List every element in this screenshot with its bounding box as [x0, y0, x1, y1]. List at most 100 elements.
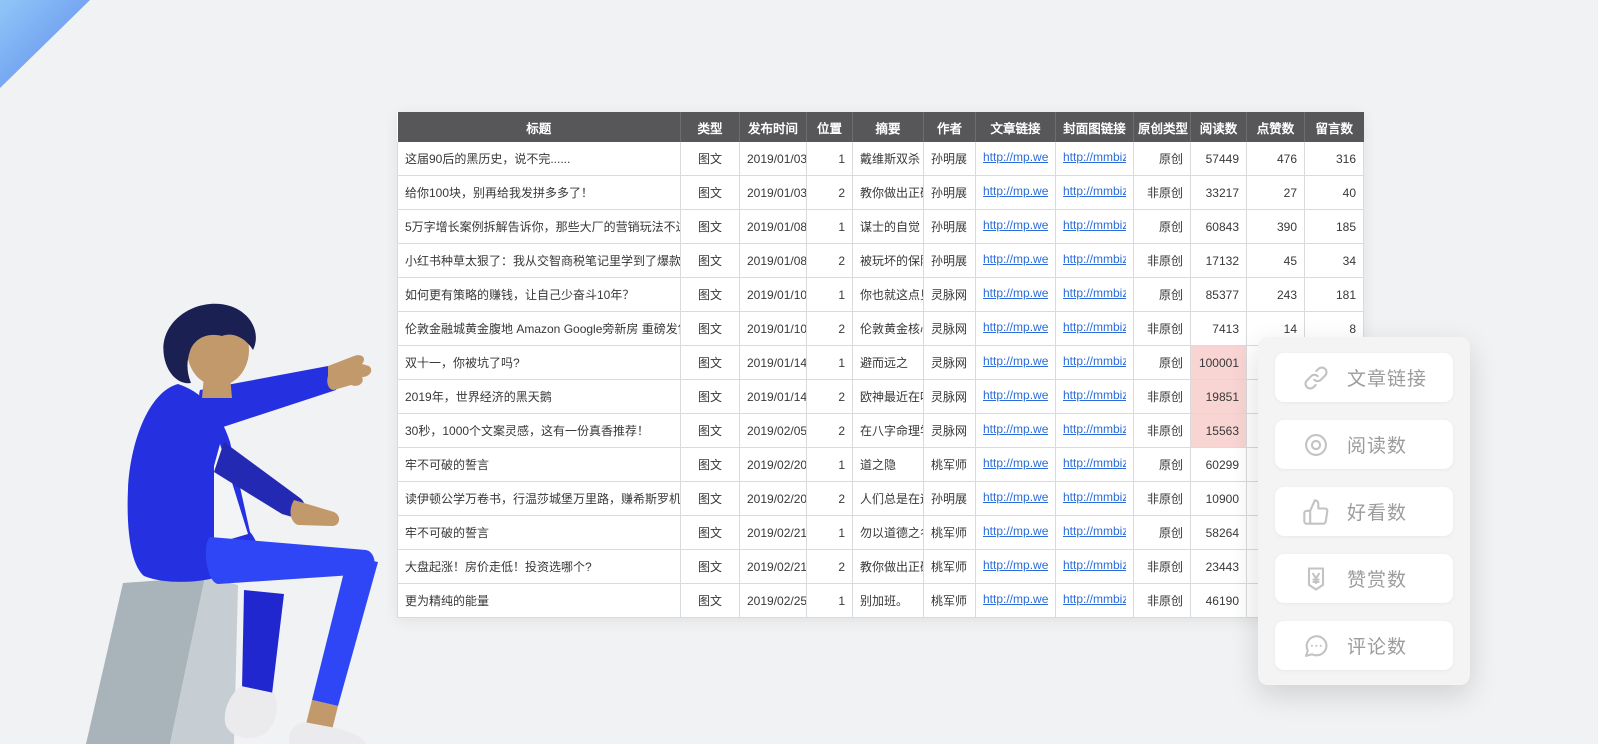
cover-link[interactable]: http://mmbiz.c	[1063, 490, 1126, 504]
cell-original-type: 原创	[1134, 346, 1191, 380]
cover-link[interactable]: http://mmbiz.c	[1063, 422, 1126, 436]
cell-cover-link: http://mmbiz.c	[1056, 244, 1134, 278]
cell-reads: 85377	[1191, 278, 1247, 312]
article-link[interactable]: http://mp.weix	[983, 286, 1048, 300]
export-options-panel: 文章链接阅读数好看数赞赏数评论数	[1258, 337, 1470, 685]
table-row: 大盘起涨！房价走低！投资选哪个?图文2019/02/212教你做出正确桃军师ht…	[398, 550, 1364, 584]
column-header: 发布时间	[740, 112, 807, 142]
cell-position: 1	[807, 346, 853, 380]
comment-dots-icon	[1301, 631, 1331, 661]
panel-item-label: 赞赏数	[1347, 565, 1407, 592]
cell-article-link: http://mp.weix	[976, 550, 1056, 584]
cell-author: 桃军师	[924, 584, 976, 618]
cover-link[interactable]: http://mmbiz.c	[1063, 524, 1126, 538]
table-row: 2019年，世界经济的黑天鹅图文2019/01/142欧神最近在吐灵脉网http…	[398, 380, 1364, 414]
article-link[interactable]: http://mp.weix	[983, 354, 1048, 368]
cell-author: 孙明展	[924, 210, 976, 244]
cell-date: 2019/01/14	[740, 380, 807, 414]
article-link[interactable]: http://mp.weix	[983, 490, 1048, 504]
article-link[interactable]: http://mp.weix	[983, 558, 1048, 572]
article-link[interactable]: http://mp.weix	[983, 150, 1048, 164]
article-link[interactable]: http://mp.weix	[983, 422, 1048, 436]
cell-date: 2019/01/10	[740, 278, 807, 312]
panel-item-label: 阅读数	[1347, 431, 1407, 458]
cover-link[interactable]: http://mmbiz.c	[1063, 558, 1126, 572]
table-row: 这届90后的黑历史，说不完......图文2019/01/031戴维斯双杀孙明展…	[398, 142, 1364, 176]
cell-reads: 23443	[1191, 550, 1247, 584]
cover-link[interactable]: http://mmbiz.c	[1063, 150, 1126, 164]
panel-item-reward-count[interactable]: 赞赏数	[1275, 554, 1453, 603]
cell-likes: 476	[1247, 142, 1305, 176]
cell-cover-link: http://mmbiz.c	[1056, 482, 1134, 516]
cell-position: 1	[807, 448, 853, 482]
article-link[interactable]: http://mp.weix	[983, 184, 1048, 198]
panel-item-read-count[interactable]: 阅读数	[1275, 420, 1453, 469]
cell-date: 2019/01/10	[740, 312, 807, 346]
yen-badge-icon	[1301, 564, 1331, 594]
cell-author: 桃军师	[924, 516, 976, 550]
cell-title: 给你100块，别再给我发拼多多了！	[398, 176, 681, 210]
column-header: 位置	[807, 112, 853, 142]
cell-original-type: 非原创	[1134, 312, 1191, 346]
article-link[interactable]: http://mp.weix	[983, 592, 1048, 606]
cell-article-link: http://mp.weix	[976, 516, 1056, 550]
table-row: 读伊顿公学万卷书，行温莎城堡万里路，赚希斯罗机场图文2019/02/202人们总…	[398, 482, 1364, 516]
cell-author: 孙明展	[924, 142, 976, 176]
cell-title: 读伊顿公学万卷书，行温莎城堡万里路，赚希斯罗机场	[398, 482, 681, 516]
panel-item-label: 好看数	[1347, 498, 1407, 525]
article-link[interactable]: http://mp.weix	[983, 456, 1048, 470]
cell-position: 2	[807, 380, 853, 414]
cell-type: 图文	[681, 584, 740, 618]
table-header-row: 标题类型发布时间位置摘要作者文章链接封面图链接原创类型阅读数点赞数留言数	[398, 112, 1364, 142]
article-link[interactable]: http://mp.weix	[983, 218, 1048, 232]
column-header: 类型	[681, 112, 740, 142]
panel-item-article-link[interactable]: 文章链接	[1275, 353, 1453, 402]
cell-summary: 你也就这点见	[853, 278, 924, 312]
cell-title: 如何更有策略的赚钱，让自己少奋斗10年？	[398, 278, 681, 312]
cell-summary: 伦敦黄金核心	[853, 312, 924, 346]
table-row: 给你100块，别再给我发拼多多了！图文2019/01/032教你做出正确孙明展h…	[398, 176, 1364, 210]
cell-original-type: 非原创	[1134, 550, 1191, 584]
cell-reads: 60299	[1191, 448, 1247, 482]
cell-likes: 45	[1247, 244, 1305, 278]
cover-link[interactable]: http://mmbiz.c	[1063, 354, 1126, 368]
table-row: 牢不可破的誓言图文2019/02/211勿以道德之名桃军师http://mp.w…	[398, 516, 1364, 550]
cover-link[interactable]: http://mmbiz.c	[1063, 286, 1126, 300]
column-header: 点赞数	[1247, 112, 1305, 142]
table-row: 30秒，1000个文案灵感，这有一份真香推荐！图文2019/02/052在八字命…	[398, 414, 1364, 448]
cell-article-link: http://mp.weix	[976, 312, 1056, 346]
table-body: 这届90后的黑历史，说不完......图文2019/01/031戴维斯双杀孙明展…	[398, 142, 1364, 618]
cover-link[interactable]: http://mmbiz.c	[1063, 184, 1126, 198]
cell-position: 2	[807, 482, 853, 516]
cell-position: 2	[807, 312, 853, 346]
table-row: 伦敦金融城黄金腹地 Amazon Google旁新房 重磅发售图文2019/01…	[398, 312, 1364, 346]
article-link[interactable]: http://mp.weix	[983, 388, 1048, 402]
cell-type: 图文	[681, 244, 740, 278]
article-link[interactable]: http://mp.weix	[983, 252, 1048, 266]
cell-position: 1	[807, 278, 853, 312]
cell-original-type: 非原创	[1134, 414, 1191, 448]
cover-link[interactable]: http://mmbiz.c	[1063, 252, 1126, 266]
cell-reads: 7413	[1191, 312, 1247, 346]
panel-item-comment-count[interactable]: 评论数	[1275, 621, 1453, 670]
article-link[interactable]: http://mp.weix	[983, 524, 1048, 538]
article-link[interactable]: http://mp.weix	[983, 320, 1048, 334]
panel-item-like-count[interactable]: 好看数	[1275, 487, 1453, 536]
cell-date: 2019/02/20	[740, 482, 807, 516]
cover-link[interactable]: http://mmbiz.c	[1063, 456, 1126, 470]
cell-type: 图文	[681, 210, 740, 244]
cell-title: 30秒，1000个文案灵感，这有一份真香推荐！	[398, 414, 681, 448]
person-illustration	[48, 294, 388, 744]
person-pointing-hand	[327, 355, 371, 390]
eye-icon	[1301, 430, 1331, 460]
cover-link[interactable]: http://mmbiz.c	[1063, 218, 1126, 232]
cover-link[interactable]: http://mmbiz.c	[1063, 388, 1126, 402]
cover-link[interactable]: http://mmbiz.c	[1063, 592, 1126, 606]
cell-title: 小红书种草太狠了：我从交智商税笔记里学到了爆款套	[398, 244, 681, 278]
cell-date: 2019/02/21	[740, 516, 807, 550]
cell-reads: 100001	[1191, 346, 1247, 380]
cell-reads: 60843	[1191, 210, 1247, 244]
cell-title: 5万字增长案例拆解告诉你，那些大厂的营销玩法不过如	[398, 210, 681, 244]
cover-link[interactable]: http://mmbiz.c	[1063, 320, 1126, 334]
cell-original-type: 非原创	[1134, 380, 1191, 414]
